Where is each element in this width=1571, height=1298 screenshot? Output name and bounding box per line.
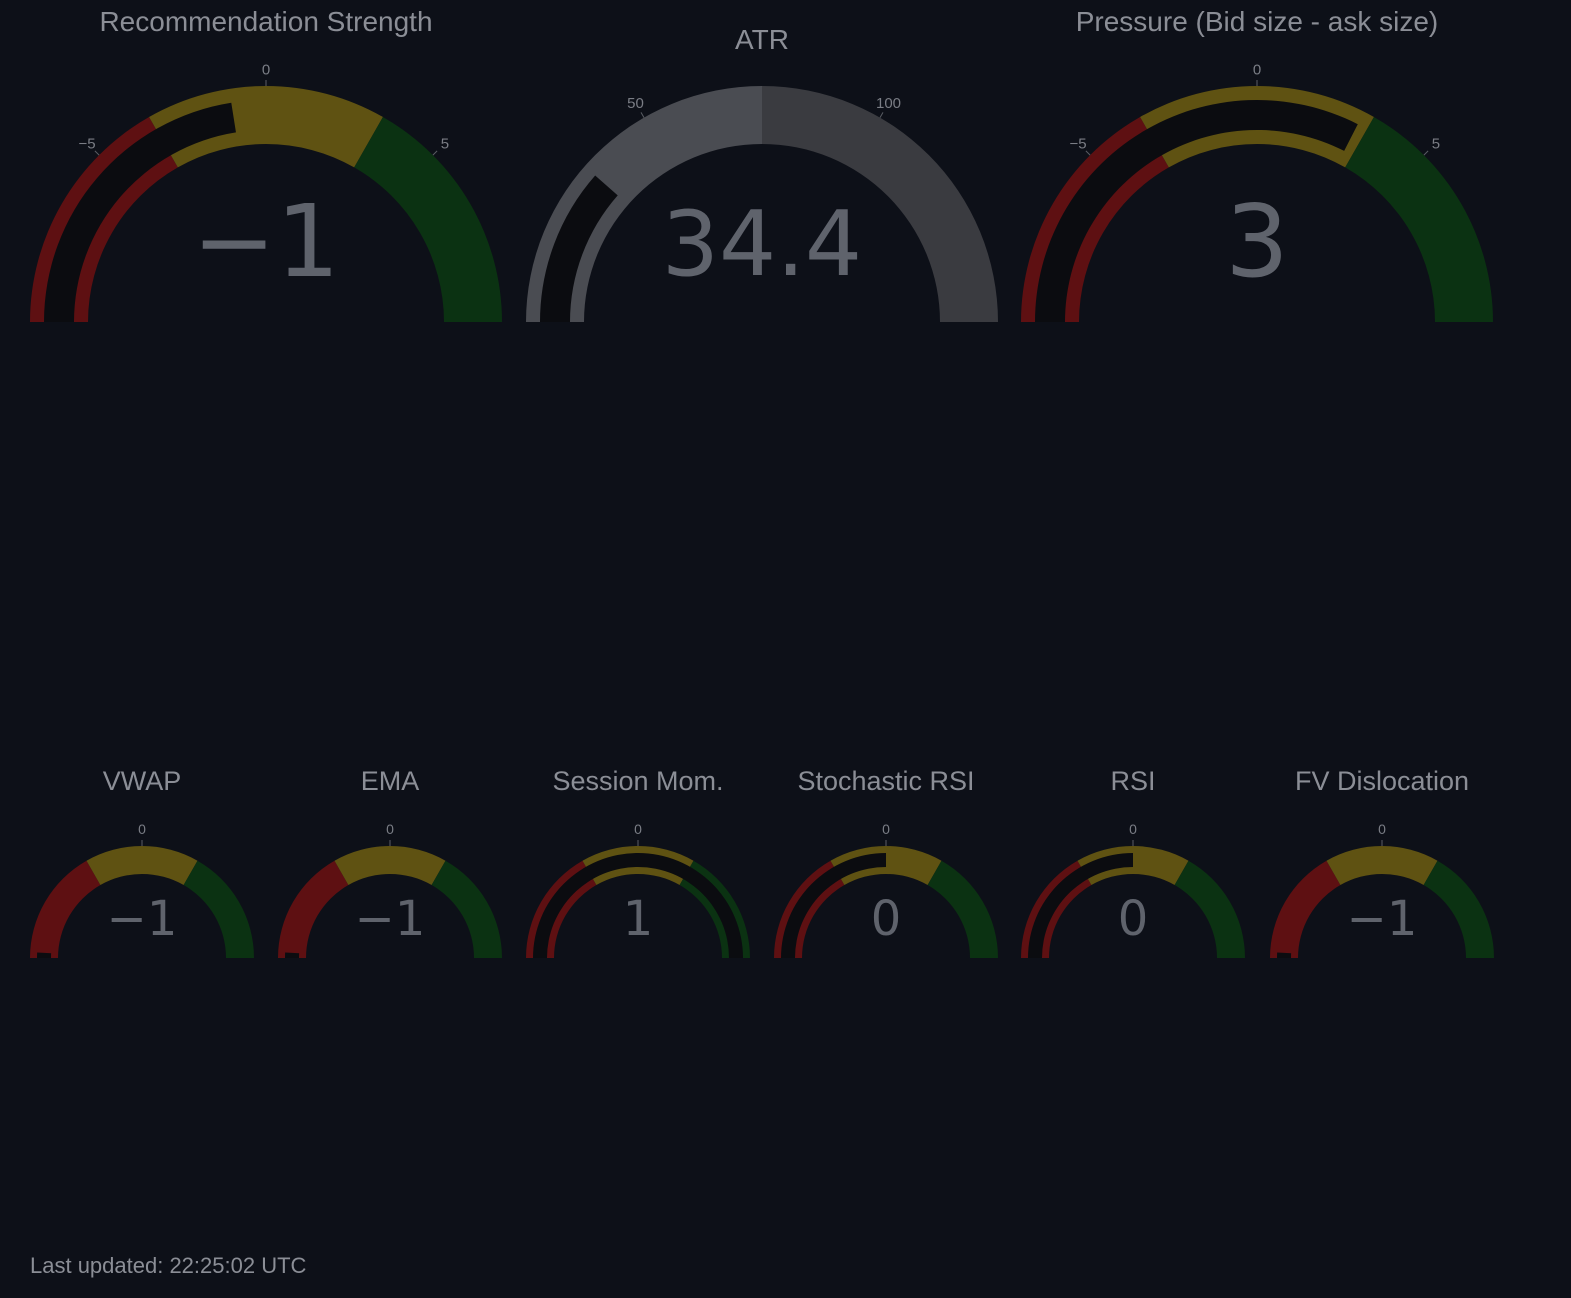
- gauge-rsi: RSI 0 0: [1011, 0, 1255, 958]
- gauge-value: 1: [622, 891, 654, 947]
- gauge-step-band: [334, 846, 446, 886]
- gauge-dial: 0: [1270, 821, 1494, 958]
- gauge-stochastic-rsi: Stochastic RSI 0 0: [764, 0, 1008, 958]
- gauge-value: −1: [106, 891, 178, 947]
- gauge-tick-label: 0: [1129, 821, 1137, 837]
- gauge-dial: 0: [30, 821, 254, 958]
- gauge-value: 0: [870, 891, 902, 947]
- last-updated-text: Last updated: 22:25:02 UTC: [30, 1253, 307, 1278]
- gauge-vwap: VWAP 0 −1: [20, 0, 264, 958]
- gauge-value: −1: [1346, 891, 1418, 947]
- gauge-session-momentum: Session Mom. 0 1: [516, 0, 760, 958]
- gauge-fv-dislocation: FV Dislocation 0 −1: [1260, 0, 1504, 958]
- gauge-value-bar: [37, 952, 52, 958]
- gauge-dial: 0: [1021, 821, 1245, 958]
- gauge-value: −1: [354, 891, 426, 947]
- gauge-step-band: [1326, 846, 1438, 886]
- gauge-ema: EMA 0 −1: [268, 0, 512, 958]
- gauge-tick-label: 0: [1378, 821, 1386, 837]
- gauge-tick-label: 0: [386, 821, 394, 837]
- gauge-value-bar: [285, 952, 300, 958]
- gauge-dial: 0: [278, 821, 502, 958]
- gauge-step-band: [86, 846, 198, 886]
- gauge-tick-label: 0: [138, 821, 146, 837]
- gauge-dial: 0: [526, 821, 750, 958]
- gauge-dial: 0: [774, 821, 998, 958]
- gauge-tick-label: 0: [634, 821, 642, 837]
- gauge-value: 0: [1117, 891, 1149, 947]
- gauge-tick-label: 0: [882, 821, 890, 837]
- gauge-value-bar: [1277, 952, 1292, 958]
